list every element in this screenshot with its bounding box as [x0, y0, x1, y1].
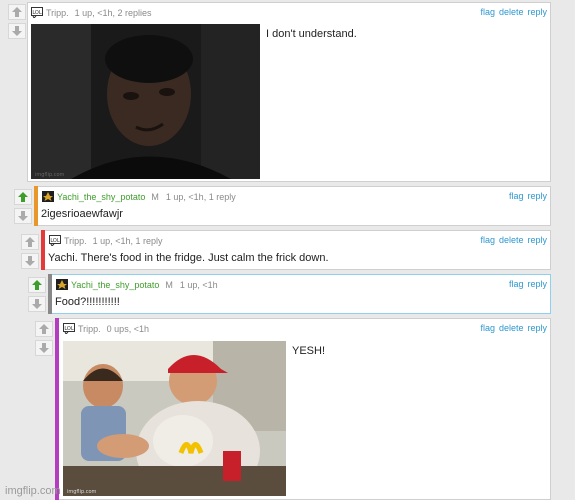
vote-controls	[28, 277, 48, 315]
svg-text:LOL: LOL	[50, 238, 60, 244]
reply-link[interactable]: reply	[527, 191, 547, 201]
downvote-button[interactable]	[28, 296, 46, 312]
comment-text: Food?!!!!!!!!!!!	[55, 296, 120, 308]
comment-actions: flag reply	[505, 191, 547, 201]
username[interactable]: Tripp.	[78, 324, 101, 334]
upvote-button[interactable]	[21, 234, 39, 250]
svg-text:LOL: LOL	[64, 326, 74, 332]
comment-text: I don't understand.	[266, 28, 357, 40]
potato-avatar-icon[interactable]	[42, 191, 54, 202]
comment-actions: flag delete reply	[476, 7, 547, 17]
reply-link[interactable]: reply	[527, 235, 547, 245]
comment-meta: Yachi_the_shy_potato M 1 up, <1h, 1 repl…	[42, 191, 236, 202]
comment-meta: LOL Tripp. 0 ups, <1h	[63, 323, 149, 335]
down-arrow-icon	[32, 299, 42, 309]
upvote-button[interactable]	[35, 321, 53, 337]
upvote-button[interactable]	[8, 4, 26, 20]
lol-avatar-icon[interactable]: LOL	[31, 7, 43, 19]
up-arrow-icon	[39, 324, 49, 334]
username[interactable]: Tripp.	[46, 8, 69, 18]
comment-stats: 0 ups, <1h	[106, 323, 149, 334]
upvote-button[interactable]	[14, 189, 32, 205]
comment-meta: LOL Tripp. 1 up, <1h, 1 reply	[49, 235, 163, 247]
svg-text:LOL: LOL	[32, 10, 42, 16]
comment: LOL Tripp. 1 up, <1h, 1 reply flag delete…	[41, 230, 551, 270]
up-arrow-icon	[32, 280, 42, 290]
downvote-button[interactable]	[35, 340, 53, 356]
flag-link[interactable]: flag	[509, 191, 524, 201]
comment: LOL Tripp. 0 ups, <1h flag deletereply	[55, 318, 551, 500]
downvote-button[interactable]	[21, 253, 39, 269]
comment: Yachi_the_shy_potato M 1 up, <1h, 1 repl…	[34, 186, 551, 226]
down-arrow-icon	[18, 211, 28, 221]
comment-meta: Yachi_the_shy_potato M 1 up, <1h	[56, 279, 218, 290]
lol-avatar-icon[interactable]: LOL	[63, 323, 75, 335]
reply-link[interactable]: reply	[527, 279, 547, 289]
username[interactable]: Yachi_the_shy_potato	[57, 192, 145, 202]
reply-link[interactable]: reply	[527, 7, 547, 17]
lol-avatar-icon[interactable]: LOL	[49, 235, 61, 247]
downvote-button[interactable]	[14, 208, 32, 224]
username[interactable]: Yachi_the_shy_potato	[71, 280, 159, 290]
comment-thread: LOL Tripp. 1 up, <1h, 2 replies flag dele…	[0, 0, 575, 500]
comment: LOL Tripp. 1 up, <1h, 2 replies flag dele…	[27, 2, 551, 182]
delete-link[interactable]: delete	[499, 7, 524, 17]
username[interactable]: Tripp.	[64, 236, 87, 246]
comment-text: YESH!	[292, 345, 326, 357]
down-arrow-icon	[25, 256, 35, 266]
comment-stats: 1 up, <1h	[179, 279, 218, 290]
comment-meta: LOL Tripp. 1 up, <1h, 2 replies	[31, 7, 152, 19]
svg-text:imgflip.com: imgflip.com	[35, 172, 65, 178]
vote-controls	[35, 321, 55, 359]
vote-controls	[21, 234, 41, 272]
delete-link[interactable]: delete	[499, 323, 524, 333]
vote-controls	[14, 189, 34, 227]
down-arrow-icon	[12, 26, 22, 36]
mod-badge: M	[151, 191, 159, 202]
down-arrow-icon	[39, 343, 49, 353]
potato-avatar-icon[interactable]	[56, 279, 68, 290]
comment: Yachi_the_shy_potato M 1 up, <1h flag rep…	[48, 274, 551, 314]
delete-link[interactable]: delete	[499, 235, 524, 245]
comment-image-confused-man[interactable]: imgflip.com	[31, 24, 260, 179]
comment-stats: 1 up, <1h, 1 reply	[92, 235, 163, 246]
comment-stats: 1 up, <1h, 1 reply	[165, 191, 236, 202]
thread-level-bar	[55, 318, 59, 500]
vote-controls	[8, 4, 28, 42]
up-arrow-icon	[25, 237, 35, 247]
downvote-button[interactable]	[8, 23, 26, 39]
flag-link[interactable]: flag	[480, 235, 495, 245]
upvote-button[interactable]	[28, 277, 46, 293]
reply-link[interactable]: reply	[527, 323, 547, 333]
comment-image-kids-fast-food[interactable]: imgflip.com	[63, 341, 286, 496]
comment-text: 2igesrioaewfawjr	[41, 208, 123, 220]
imgflip-watermark: imgflip.com	[5, 485, 61, 497]
comment-actions: flag delete reply	[476, 323, 547, 333]
svg-text:imgflip.com: imgflip.com	[67, 489, 97, 495]
comment-text: Yachi. There's food in the fridge. Just …	[48, 252, 329, 264]
comment-actions: flag delete reply	[476, 235, 547, 245]
mod-badge: M	[165, 279, 173, 290]
thread-level-bar	[41, 230, 45, 270]
thread-level-bar	[48, 274, 52, 314]
flag-link[interactable]: flag	[480, 7, 495, 17]
flag-link[interactable]: flag	[480, 323, 495, 333]
comment-actions: flag reply	[505, 279, 547, 289]
thread-level-bar	[34, 186, 38, 226]
up-arrow-icon	[18, 192, 28, 202]
flag-link[interactable]: flag	[509, 279, 524, 289]
comment-stats: 1 up, <1h, 2 replies	[74, 7, 152, 18]
up-arrow-icon	[12, 7, 22, 17]
